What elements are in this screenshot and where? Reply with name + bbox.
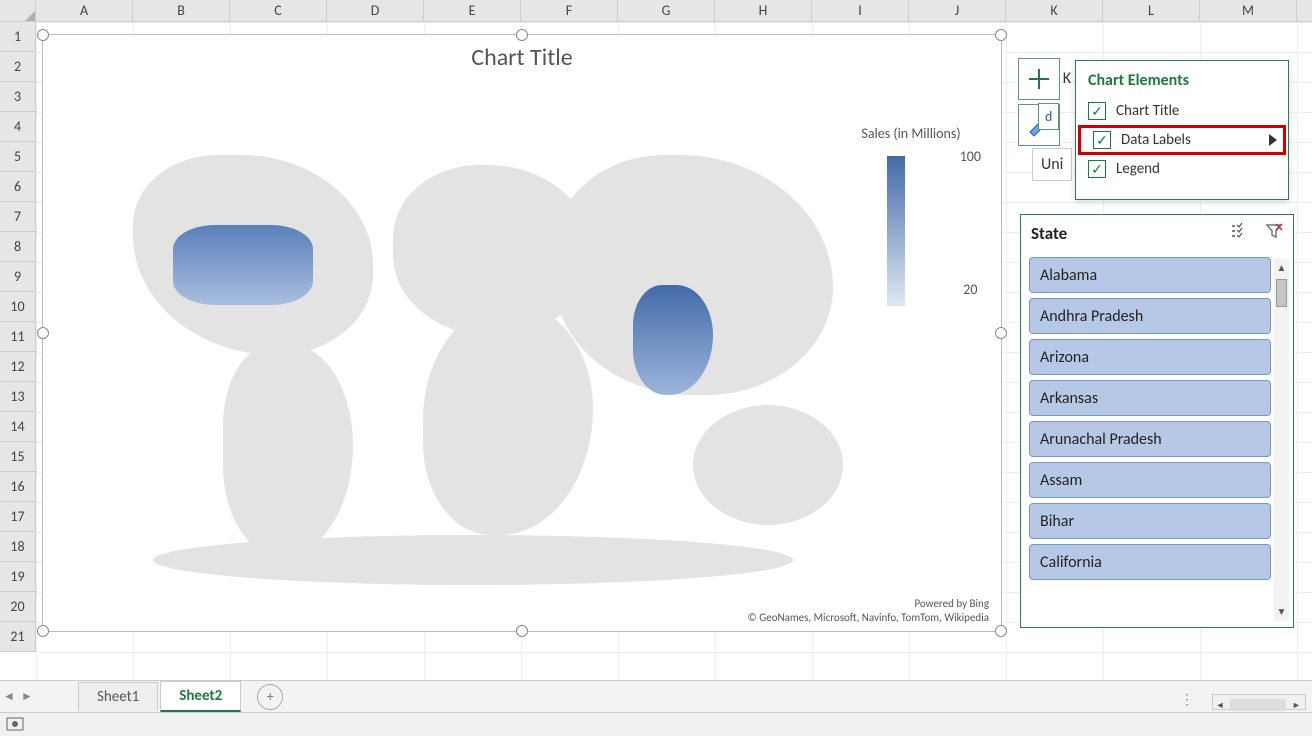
popup-item-data-labels[interactable]: Data Labels [1078,125,1286,155]
row-header[interactable]: 19 [0,562,35,592]
legend-min: 20 [960,281,981,298]
row-header[interactable]: 2 [0,52,35,82]
map-attribution: Powered by Bing © GeoNames, Microsoft, N… [748,597,989,625]
map-chart-object[interactable]: Chart Title Sales (in Millions) 100 20 P… [42,34,1002,632]
status-bar [0,712,1312,736]
resize-handle[interactable] [37,327,49,339]
row-header[interactable]: 1 [0,22,35,52]
slicer-item[interactable]: Arkansas [1029,380,1271,416]
popup-item-label: Data Labels [1121,131,1191,149]
checkbox-checked-icon[interactable] [1093,131,1111,149]
column-header[interactable]: M [1200,0,1297,22]
chart-title[interactable]: Chart Title [43,43,1001,72]
resize-handle[interactable] [995,29,1007,41]
resize-handle[interactable] [37,29,49,41]
row-header[interactable]: 12 [0,352,35,382]
row-header[interactable]: 15 [0,442,35,472]
row-header[interactable]: 3 [0,82,35,112]
column-header[interactable]: B [133,0,230,22]
multiselect-icon[interactable] [1231,223,1251,244]
us-data-region [173,225,313,305]
column-header[interactable]: H [715,0,812,22]
slicer-title: State [1031,223,1067,244]
select-all-corner[interactable] [0,0,36,22]
row-header[interactable]: 18 [0,532,35,562]
row-header[interactable]: 6 [0,172,35,202]
slicer-scrollbar[interactable]: ▲ ▼ [1274,259,1289,621]
scroll-down-icon[interactable]: ▼ [1274,603,1289,621]
new-sheet-button[interactable]: + [257,684,283,710]
scroll-thumb[interactable] [1276,279,1287,307]
row-header[interactable]: 13 [0,382,35,412]
row-header[interactable]: 7 [0,202,35,232]
slicer-item[interactable]: Bihar [1029,503,1271,539]
tab-sheet1[interactable]: Sheet1 [78,682,158,711]
clear-filter-icon[interactable] [1265,223,1283,244]
resize-handle[interactable] [37,625,49,637]
chart-elements-button[interactable]: K [1018,58,1060,100]
partial-cell-d: d [1038,103,1059,130]
column-header[interactable]: F [521,0,618,22]
resize-handle[interactable] [516,29,528,41]
tab-options-icon[interactable]: ⋮ [1180,691,1196,708]
tab-nav-prev[interactable]: ◄ [0,689,18,704]
column-header[interactable]: G [618,0,715,22]
row-header[interactable]: 11 [0,322,35,352]
checkbox-checked-icon[interactable] [1088,102,1106,120]
slicer-item[interactable]: Assam [1029,462,1271,498]
scroll-up-icon[interactable]: ▲ [1274,259,1289,277]
scroll-left-icon[interactable]: ◄ [1213,700,1227,711]
column-header[interactable]: D [327,0,424,22]
popup-item-legend[interactable]: Legend [1076,154,1288,184]
row-header[interactable]: 9 [0,262,35,292]
popup-title: Chart Elements [1076,61,1288,96]
row-header[interactable]: 17 [0,502,35,532]
column-header[interactable]: I [812,0,909,22]
column-header[interactable]: A [36,0,133,22]
row-header[interactable]: 14 [0,412,35,442]
slicer-item[interactable]: Arizona [1029,339,1271,375]
popup-item-label: Chart Title [1116,102,1179,120]
column-header[interactable]: K [1006,0,1103,22]
row-header[interactable]: 5 [0,142,35,172]
chart-elements-popup: Chart Elements Chart Title Data Labels L… [1075,60,1289,200]
plus-icon [1026,66,1052,92]
world-map-plot-area[interactable] [93,115,863,595]
resize-handle[interactable] [995,625,1007,637]
partial-cell-uni: Uni [1032,148,1072,181]
row-header[interactable]: 4 [0,112,35,142]
row-header-column: 1 2 3 4 5 6 7 8 9 10 11 12 13 14 15 16 1… [0,22,36,652]
row-header[interactable]: 8 [0,232,35,262]
tab-nav-next[interactable]: ► [18,689,36,704]
slicer-item[interactable]: Arunachal Pradesh [1029,421,1271,457]
column-header[interactable]: C [230,0,327,22]
scroll-thumb[interactable] [1230,699,1286,711]
column-header[interactable]: L [1103,0,1200,22]
row-header[interactable]: 16 [0,472,35,502]
legend-gradient-bar [887,156,905,306]
resize-handle[interactable] [995,327,1007,339]
submenu-arrow-icon[interactable] [1269,134,1277,146]
slicer-item[interactable]: California [1029,544,1271,580]
row-header[interactable]: 21 [0,622,35,652]
state-slicer[interactable]: State Alabama Andhra Pradesh Arizona Ark… [1020,214,1294,628]
horizontal-scrollbar[interactable]: ◄ ► [1212,694,1306,710]
scroll-right-icon[interactable]: ► [1289,700,1303,711]
slicer-item-list: Alabama Andhra Pradesh Arizona Arkansas … [1029,257,1271,623]
slicer-item[interactable]: Alabama [1029,257,1271,293]
column-header-row: A B C D E F G H I J K L M [0,0,1312,22]
tab-sheet2[interactable]: Sheet2 [160,681,241,712]
sheet-tab-bar: ◄ ► Sheet1 Sheet2 + [0,680,1312,712]
row-header[interactable]: 10 [0,292,35,322]
popup-item-chart-title[interactable]: Chart Title [1076,96,1288,126]
checkbox-checked-icon[interactable] [1088,160,1106,178]
slicer-item[interactable]: Andhra Pradesh [1029,298,1271,334]
row-header[interactable]: 20 [0,592,35,622]
popup-item-label: Legend [1116,160,1160,178]
column-header[interactable]: J [909,0,1006,22]
record-macro-icon[interactable] [6,717,24,731]
legend-max: 100 [960,148,981,165]
column-header[interactable]: E [424,0,521,22]
resize-handle[interactable] [516,625,528,637]
